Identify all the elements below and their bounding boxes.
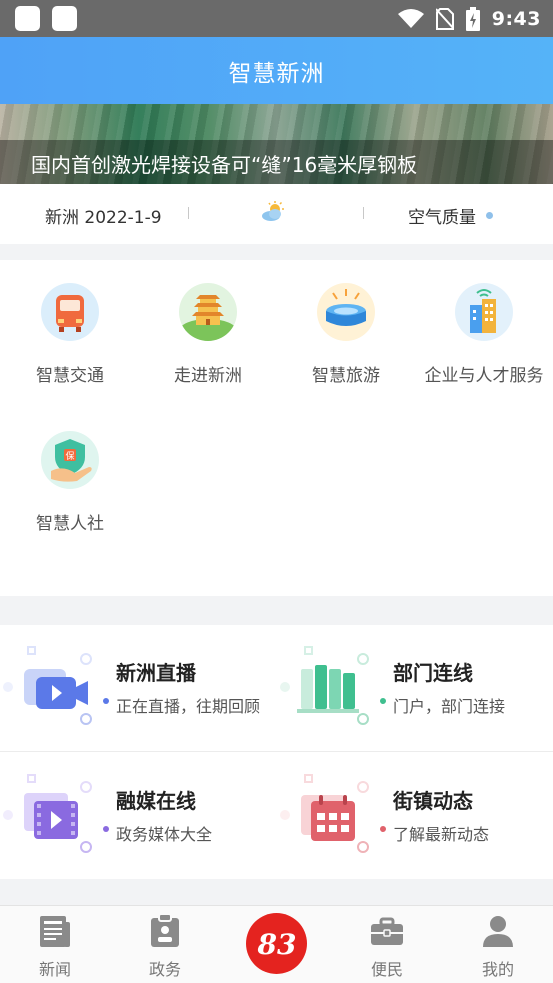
service-smart-traffic[interactable]: 智慧交通 [0, 283, 140, 386]
service-visit-xinzhou[interactable]: 走进新洲 [138, 283, 278, 386]
service-label: 智慧人社 [36, 514, 104, 534]
nav-news[interactable]: 新闻 [0, 906, 110, 983]
notification-app-icon [15, 6, 40, 31]
svg-text:83: 83 [256, 928, 296, 961]
feature-title: 部门连线 [393, 661, 473, 685]
stadium-icon [317, 283, 375, 341]
feature-title: 新洲直播 [116, 661, 196, 685]
nav-label: 我的 [481, 960, 514, 979]
calendar-icon [280, 774, 369, 853]
banner-caption: 国内首创激光焊接设备可“缝”16毫米厚钢板 [31, 153, 418, 177]
partly-cloudy-icon [262, 201, 284, 221]
insurance-shield-icon: 保 [41, 431, 99, 489]
feature-title: 融媒在线 [116, 789, 196, 813]
nav-government[interactable]: 政务 [110, 906, 220, 983]
home-logo-button[interactable]: 83 [246, 913, 307, 974]
feature-subtitle: 门户，部门连接 [393, 697, 506, 716]
page-title: 智慧新洲 [228, 60, 325, 87]
clock: 9:43 [491, 7, 541, 30]
no-sim-icon [435, 7, 454, 30]
service-label: 智慧旅游 [312, 366, 380, 386]
svg-text:保: 保 [65, 450, 74, 462]
service-smart-tourism[interactable]: 智慧旅游 [276, 283, 416, 386]
app-header: 智慧新洲 [0, 37, 553, 104]
feature-cards: 新洲直播 正在直播，往期回顾 部门连线 门户，部门连接 融媒在线 政务媒体大全 … [0, 625, 553, 879]
service-smart-social-security[interactable]: 保 智慧人社 [0, 431, 140, 534]
nav-convenience[interactable]: 便民 [332, 906, 442, 983]
logo-icon: 83 [256, 928, 296, 961]
building-icon [455, 283, 513, 341]
notification-app-icon [52, 6, 77, 31]
battery-charging-icon [465, 6, 480, 31]
feature-subtitle: 正在直播，往期回顾 [116, 697, 261, 716]
service-grid: 智慧交通 走进新洲 智慧旅游 企业与人才服务 保 智慧人社 [0, 260, 553, 596]
service-label: 智慧交通 [36, 366, 104, 386]
status-bar: 9:43 [0, 0, 553, 37]
feature-department-connect[interactable]: 部门连线 门户，部门连接 [277, 625, 553, 751]
service-label: 走进新洲 [174, 366, 242, 386]
wifi-icon [397, 8, 424, 28]
location-date: 新洲 2022-1-9 [45, 208, 162, 228]
feature-subtitle: 了解最新动态 [393, 825, 490, 844]
video-camera-icon [3, 646, 92, 725]
books-icon [280, 646, 369, 725]
info-bar: 新洲 2022-1-9 空气质量 [0, 184, 553, 244]
feature-title: 街镇动态 [393, 789, 473, 813]
feature-subtitle: 政务媒体大全 [116, 825, 213, 844]
nav-label: 政务 [148, 960, 181, 979]
nav-mine[interactable]: 我的 [443, 906, 553, 983]
film-play-icon [3, 774, 92, 853]
briefcase-icon [371, 917, 403, 945]
feature-media-online[interactable]: 融媒在线 政务媒体大全 [0, 753, 276, 879]
divider [0, 751, 553, 752]
air-quality-indicator [486, 212, 493, 219]
person-icon [483, 916, 513, 947]
feature-street-news[interactable]: 街镇动态 了解最新动态 [277, 753, 553, 879]
pagoda-icon [179, 283, 237, 341]
bus-icon [41, 283, 99, 341]
news-banner[interactable]: 国内首创激光焊接设备可“缝”16毫米厚钢板 [0, 104, 553, 184]
nav-label: 便民 [370, 960, 403, 979]
clipboard-badge-icon [151, 913, 179, 947]
service-enterprise-talent[interactable]: 企业与人才服务 [414, 283, 553, 386]
service-label: 企业与人才服务 [424, 366, 544, 386]
air-quality-label[interactable]: 空气质量 [408, 203, 476, 228]
newspaper-icon [40, 916, 70, 947]
feature-live-broadcast[interactable]: 新洲直播 正在直播，往期回顾 [0, 625, 276, 751]
nav-label: 新闻 [38, 960, 71, 979]
